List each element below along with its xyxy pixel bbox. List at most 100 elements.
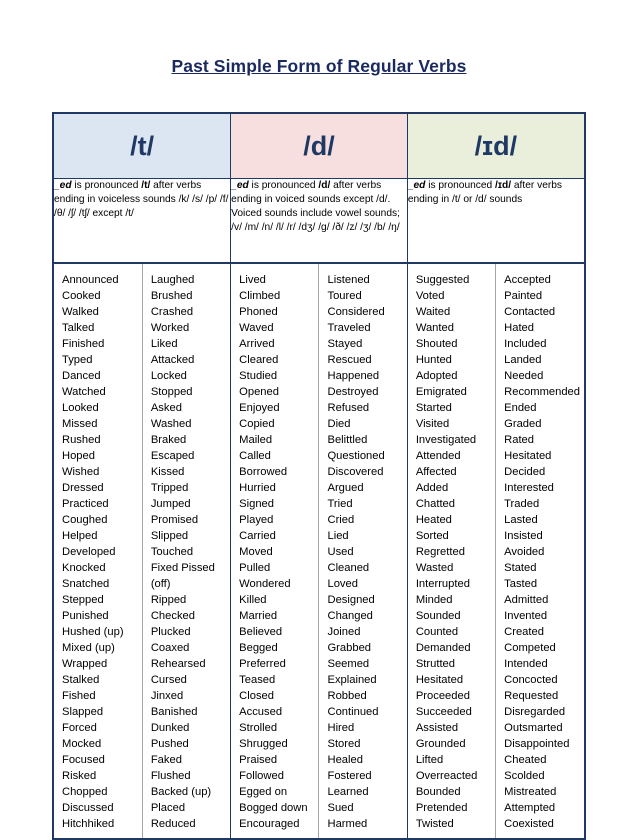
verb-item: Rehearsed <box>150 657 206 670</box>
verb-item: Discussed <box>62 802 114 815</box>
verb-item: Competed <box>504 641 556 654</box>
verb-item: Reduced <box>150 818 196 831</box>
verb-item: Dressed <box>62 481 104 494</box>
verb-column-d-2: Listened Toured Considered Traveled Stayed Re… <box>318 263 408 839</box>
verb-item: Fostered <box>327 769 372 782</box>
verb-item: Outsmarted <box>504 721 563 734</box>
verb-item: Dunked <box>150 721 190 734</box>
verb-item: Grabbed <box>327 641 372 654</box>
verb-item: Lived <box>239 273 266 286</box>
verb-item: Cooked <box>62 289 101 302</box>
verb-item: Belittled <box>327 433 368 446</box>
verbs-list-cell: Announced Cooked Walked Talked Finished Typed… <box>54 261 584 839</box>
verb-item: Begged <box>239 641 278 654</box>
verb-item: Avoided <box>504 545 545 558</box>
verb-item: Cried <box>327 513 355 526</box>
verb-item: Braked <box>150 433 187 446</box>
verb-item: Traveled <box>327 321 371 334</box>
verb-item: Believed <box>239 625 283 638</box>
verb-item: Announced <box>62 273 119 286</box>
verb-item: Coaxed <box>150 641 190 654</box>
verb-item: Phoned <box>239 305 278 318</box>
verb-item: Fixed Pissed (off) <box>150 561 215 590</box>
verb-item: Laughed <box>150 273 195 286</box>
verb-item: Intended <box>504 657 548 670</box>
verb-item: Cleaned <box>327 561 370 574</box>
verb-item: Insisted <box>504 529 543 542</box>
verb-item: Started <box>415 401 452 414</box>
verb-item: Teased <box>239 673 276 686</box>
verb-item: Backed (up) <box>150 786 212 798</box>
verbs-columns-row: Announced Cooked Walked Talked Finished Typed… <box>54 263 584 839</box>
verb-item: Strutted <box>415 657 455 670</box>
verb-column-d-1: Lived Climbed Phoned Waved Arrived Cleared Stu… <box>230 263 320 839</box>
verb-item: Wasted <box>415 561 454 574</box>
verb-item: Contacted <box>504 305 556 318</box>
verb-item: Sued <box>327 802 354 815</box>
verb-item: Proceeded <box>415 689 470 702</box>
verb-item: Kissed <box>150 465 185 478</box>
verb-item: Needed <box>504 369 544 382</box>
verb-item: Escaped <box>150 449 195 462</box>
verb-item: Rushed <box>62 433 101 446</box>
verb-item: Accepted <box>504 273 551 286</box>
verb-item: Visited <box>415 417 450 430</box>
verb-item: Worked <box>150 321 190 334</box>
verb-item: Placed <box>150 802 186 815</box>
verb-item: Bounded <box>415 786 461 798</box>
verbs-table-container: /t/ /d/ /ɪd/ _ed is pronounced /t/ after… <box>52 112 586 840</box>
verb-item: Happened <box>327 369 380 382</box>
description-sound-d: /d/ <box>318 180 331 191</box>
verb-item: Tried <box>327 497 353 510</box>
verb-item: Minded <box>415 593 453 606</box>
verb-item: Banished <box>150 705 198 718</box>
description-rest-id: is pronounced <box>425 180 496 191</box>
verb-item: Questioned <box>327 449 385 462</box>
verb-item: Focused <box>62 753 105 766</box>
verb-item: Walked <box>62 305 99 318</box>
table-verbs-row: Announced Cooked Walked Talked Finished Typed… <box>54 261 584 839</box>
verb-column-t-2: Laughed Brushed Crashed Worked Liked Attacked… <box>142 263 232 839</box>
verb-item: Stated <box>504 561 537 574</box>
description-rest-d: is pronounced <box>248 180 319 191</box>
verbs-columns-table: Announced Cooked Walked Talked Finished Typed… <box>54 263 584 839</box>
verb-item: Chopped <box>62 786 108 798</box>
verb-item: Pulled <box>239 561 271 574</box>
verb-item: Practiced <box>62 497 109 510</box>
verb-item: Waited <box>415 305 451 318</box>
verb-item: Promised <box>150 513 199 526</box>
verb-item: Liked <box>150 337 178 350</box>
verb-column-id-2: Accepted Painted Contacted Hated Included Lan… <box>496 264 584 839</box>
verb-item: Cleared <box>239 353 279 366</box>
verb-item: Demanded <box>415 641 471 654</box>
verb-item: Jumped <box>150 497 191 510</box>
table-description-row: _ed is pronounced /t/ after verbs ending… <box>54 178 584 263</box>
verb-item: Overreacted <box>415 769 478 782</box>
verb-item: Landed <box>504 353 542 366</box>
verb-item: Admitted <box>504 593 549 606</box>
verb-item: Destroyed <box>327 385 379 398</box>
verb-item: Voted <box>415 289 445 302</box>
verb-item: Healed <box>327 753 363 766</box>
verb-item: Killed <box>239 593 267 606</box>
verb-item: Fished <box>62 689 96 702</box>
verb-item: Touched <box>150 545 194 558</box>
verb-item: Shouted <box>415 337 458 350</box>
verb-item: Preferred <box>239 657 286 670</box>
verb-item: Accused <box>239 705 283 718</box>
verb-item: Twisted <box>415 818 454 831</box>
verb-item: Strolled <box>239 721 278 734</box>
verb-item: Tripped <box>150 481 189 494</box>
table-header-row: /t/ /d/ /ɪd/ <box>54 114 584 179</box>
verb-item: Finished <box>62 337 105 350</box>
verb-item: Regretted <box>415 545 465 558</box>
verb-item: Sorted <box>415 529 449 542</box>
verb-item: Stayed <box>327 337 363 350</box>
verb-item: Included <box>504 337 547 350</box>
verb-item: Concocted <box>504 673 558 686</box>
verb-item: Lifted <box>415 753 444 766</box>
verb-item: Brushed <box>150 289 193 302</box>
verb-item: Traded <box>504 497 540 510</box>
verb-item: Borrowed <box>239 465 288 478</box>
verb-item: Locked <box>150 369 187 382</box>
